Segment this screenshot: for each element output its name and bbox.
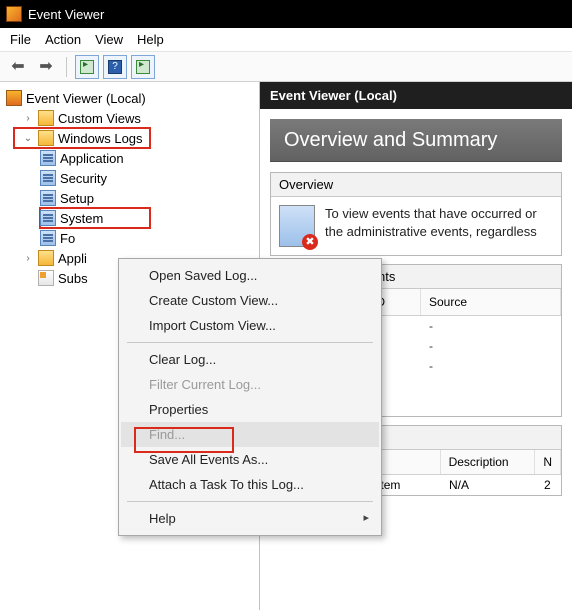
overview-banner: Overview and Summary <box>270 119 562 162</box>
tree-log-setup[interactable]: Setup <box>2 188 257 208</box>
tree-item-label: Subs <box>58 271 88 286</box>
overview-line2: the administrative events, regardless <box>325 224 537 239</box>
tree-item-label: Application <box>60 151 124 166</box>
tree-item-label: Fo <box>60 231 75 246</box>
toolbar-separator <box>66 57 67 77</box>
column-description[interactable]: Description <box>441 450 536 474</box>
help-icon: ? <box>108 60 122 74</box>
collapse-icon[interactable]: ⌄ <box>22 133 34 144</box>
cell-source: - <box>421 316 441 336</box>
tree-log-security[interactable]: Security <box>2 168 257 188</box>
tree-log-application[interactable]: Application <box>2 148 257 168</box>
tree-item-label: Security <box>60 171 107 186</box>
tree-log-system[interactable]: System <box>40 208 150 228</box>
menu-separator <box>127 342 373 343</box>
forward-button[interactable]: ➡ <box>34 55 58 79</box>
overview-panel: Overview To view events that have occurr… <box>270 172 562 256</box>
menu-filter-current-log: Filter Current Log... <box>121 372 379 397</box>
menu-open-saved-log[interactable]: Open Saved Log... <box>121 263 379 288</box>
export-icon <box>136 60 150 74</box>
tree-custom-views[interactable]: › Custom Views <box>2 108 257 128</box>
arrow-left-icon: ⬅ <box>11 59 24 75</box>
menu-clear-log[interactable]: Clear Log... <box>121 347 379 372</box>
back-button[interactable]: ⬅ <box>6 55 30 79</box>
help-button[interactable]: ? <box>103 55 127 79</box>
toolbar: ⬅ ➡ ? <box>0 52 572 82</box>
menu-save-all-events[interactable]: Save All Events As... <box>121 447 379 472</box>
cell-source: - <box>421 336 441 356</box>
cell-description: N/A <box>441 475 536 495</box>
cell-source: - <box>421 356 441 376</box>
event-viewer-icon <box>6 90 22 106</box>
menu-attach-task[interactable]: Attach a Task To this Log... <box>121 472 379 497</box>
tree-item-label: Custom Views <box>58 111 141 126</box>
menu-find[interactable]: Find... <box>121 422 379 447</box>
window-title: Event Viewer <box>28 7 104 22</box>
log-icon <box>40 210 56 226</box>
menu-help[interactable]: Help <box>121 506 379 531</box>
properties-button[interactable] <box>75 55 99 79</box>
app-icon <box>6 6 22 22</box>
export-button[interactable] <box>131 55 155 79</box>
overview-line1: To view events that have occurred or <box>325 206 537 221</box>
folder-icon <box>38 130 54 146</box>
expand-icon[interactable]: › <box>22 253 34 264</box>
menu-bar: File Action View Help <box>0 28 572 52</box>
tree-item-label: Windows Logs <box>58 131 143 146</box>
tree-item-label: System <box>60 211 103 226</box>
menu-help[interactable]: Help <box>137 32 164 47</box>
menu-create-custom-view[interactable]: Create Custom View... <box>121 288 379 313</box>
overview-text: To view events that have occurred or the… <box>325 205 537 240</box>
menu-import-custom-view[interactable]: Import Custom View... <box>121 313 379 338</box>
log-icon <box>40 150 56 166</box>
menu-separator <box>127 501 373 502</box>
properties-icon <box>80 60 94 74</box>
title-bar: Event Viewer <box>0 0 572 28</box>
menu-file[interactable]: File <box>10 32 31 47</box>
tree-root[interactable]: Event Viewer (Local) <box>2 88 257 108</box>
log-icon <box>40 230 56 246</box>
folder-icon <box>38 250 54 266</box>
context-menu: Open Saved Log... Create Custom View... … <box>118 258 382 536</box>
cell-n: 2 <box>536 475 559 495</box>
arrow-right-icon: ➡ <box>39 59 52 75</box>
menu-view[interactable]: View <box>95 32 123 47</box>
folder-icon <box>38 110 54 126</box>
tree-item-label: Appli <box>58 251 87 266</box>
log-icon <box>40 190 56 206</box>
tree-root-label: Event Viewer (Local) <box>26 91 146 106</box>
tree-windows-logs[interactable]: ⌄ Windows Logs <box>14 128 150 148</box>
menu-action[interactable]: Action <box>45 32 81 47</box>
subscriptions-icon <box>38 270 54 286</box>
column-n[interactable]: N <box>535 450 561 474</box>
details-header: Event Viewer (Local) <box>260 82 572 109</box>
tree-item-label: Setup <box>60 191 94 206</box>
log-icon <box>40 170 56 186</box>
column-source[interactable]: Source <box>421 289 561 315</box>
tree-log-forwarded[interactable]: Fo <box>2 228 257 248</box>
menu-properties[interactable]: Properties <box>121 397 379 422</box>
overview-panel-header: Overview <box>271 173 561 197</box>
expand-icon[interactable]: › <box>22 113 34 124</box>
overview-error-icon <box>279 205 315 247</box>
